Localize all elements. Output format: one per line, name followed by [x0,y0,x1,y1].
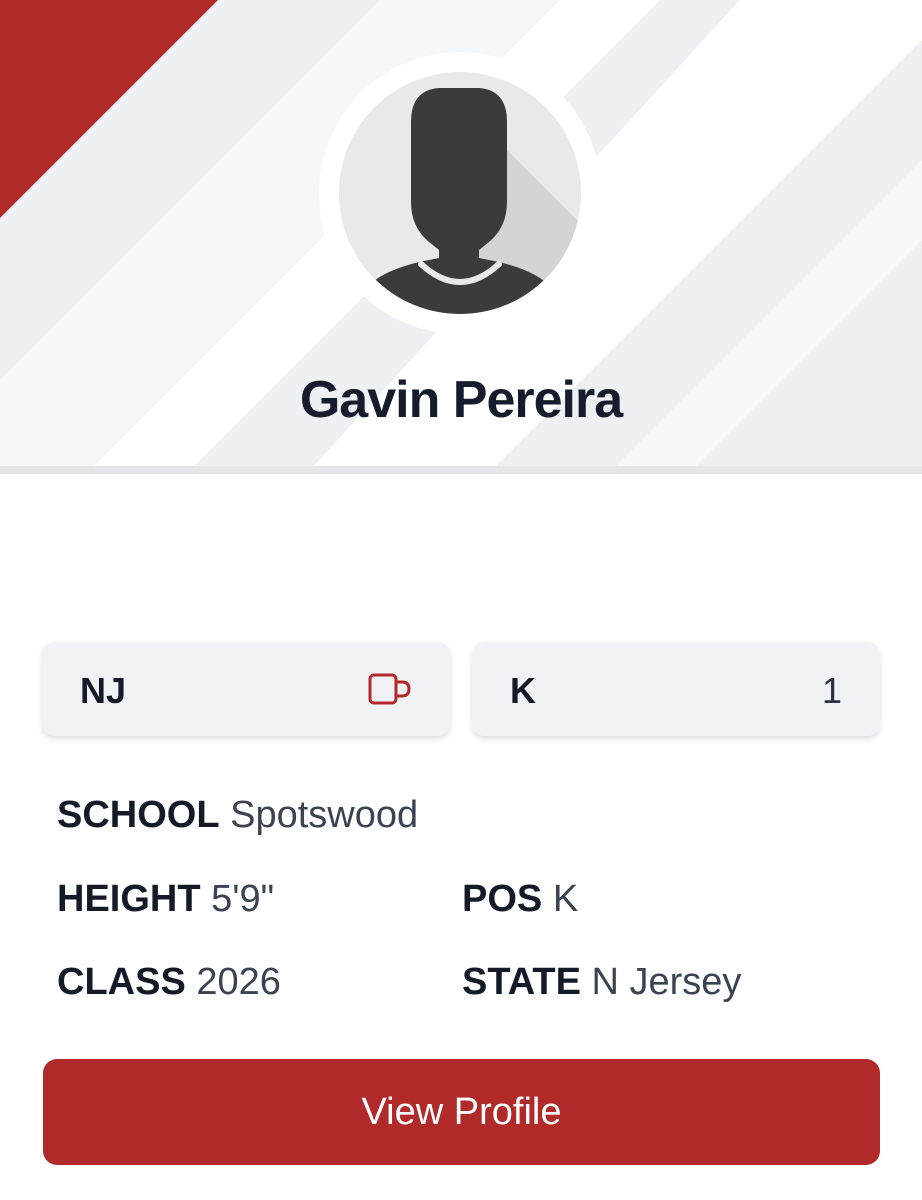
class-value: 2026 [196,961,281,1003]
class-row: CLASS 2026 [57,961,281,1004]
view-profile-button[interactable]: View Profile [43,1059,880,1165]
position-chip[interactable]: K 1 [472,642,880,736]
state-chip[interactable]: NJ [42,642,450,736]
height-label: HEIGHT [57,878,201,920]
state-abbr: NJ [80,670,127,711]
height-value: 5'9" [211,878,275,920]
person-silhouette-icon [339,72,581,314]
player-name: Gavin Pereira [299,371,623,429]
position-abbr: K [510,670,536,711]
school-value: Spotswood [230,794,419,836]
state-label: STATE [462,961,581,1003]
state-value: N Jersey [591,961,742,1003]
avatar [319,52,601,334]
height-row: HEIGHT 5'9" [57,878,274,921]
class-label: CLASS [57,961,186,1003]
position-count: 1 [821,670,842,711]
header-divider [0,466,922,474]
state-row: STATE N Jersey [462,961,741,1004]
school-label: SCHOOL [57,794,220,836]
mug-icon [368,673,411,705]
school-row: SCHOOL Spotswood [57,794,418,837]
pos-value: K [552,878,579,920]
profile-header: Gavin Pereira [0,0,922,468]
pos-label: POS [462,878,543,920]
pos-row: POS K [462,878,578,921]
